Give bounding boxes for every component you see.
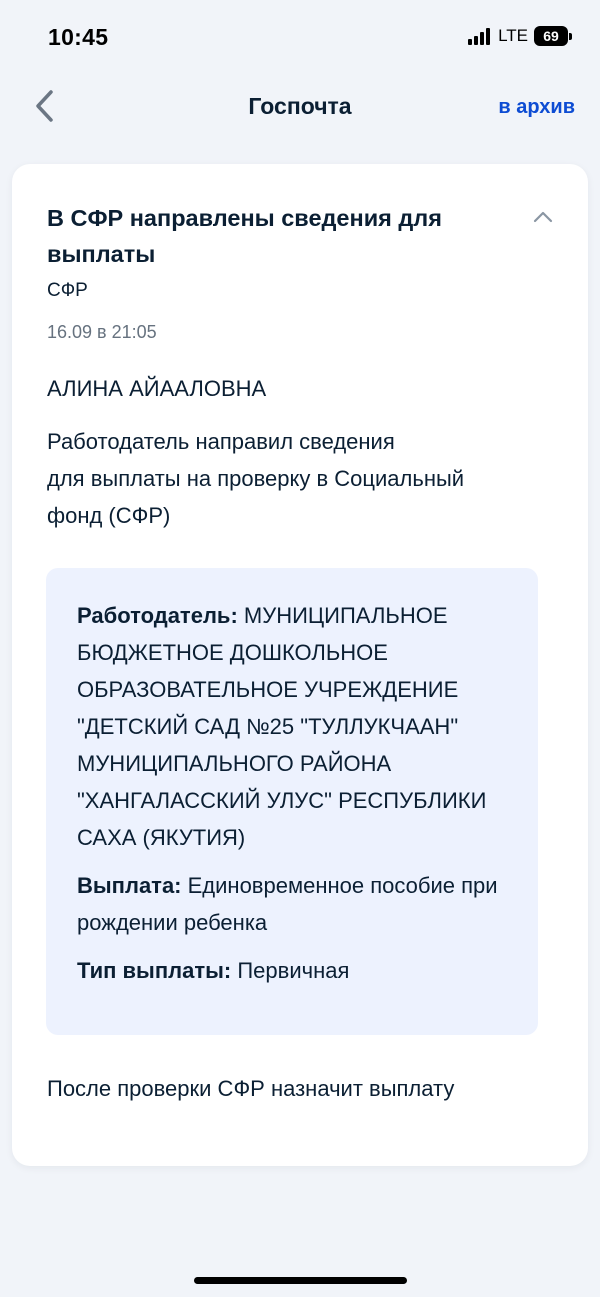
message-body-line: Работодатель направил сведения [47, 429, 395, 454]
status-bar: 10:45 LTE 69 [0, 0, 600, 78]
payment-type-value: Первичная [237, 958, 350, 983]
message-date: 16.09 в 21:05 [47, 322, 157, 342]
message-sender: СФР [47, 280, 88, 301]
payment-details-box: Работодатель: МУНИЦИПАЛЬНОЕ БЮДЖЕТНОЕ ДО… [46, 568, 538, 1035]
payment-row: Выплата: Единовременное пособие при рожд… [77, 867, 508, 941]
recipient-name: АЛИНА АЙААЛОВНА [47, 376, 267, 401]
home-indicator[interactable] [194, 1277, 407, 1284]
message-footer: После проверки СФР назначит выплату [47, 1076, 455, 1101]
employer-label: Работодатель: [77, 603, 244, 628]
battery-level: 69 [534, 26, 568, 46]
employer-row: Работодатель: МУНИЦИПАЛЬНОЕ БЮДЖЕТНОЕ ДО… [77, 597, 508, 856]
message-body-line: для выплаты на проверку в Социальный [47, 466, 465, 491]
status-time: 10:45 [48, 24, 109, 50]
payment-type-row: Тип выплаты: Первичная [77, 952, 508, 989]
network-type: LTE [498, 26, 528, 45]
collapse-button[interactable] [528, 202, 558, 232]
employer-value: МУНИЦИПАЛЬНОЕ БЮДЖЕТНОЕ ДОШКОЛЬНОЕ ОБРАЗ… [77, 603, 487, 850]
message-title: В СФР направлены сведения для выплаты [47, 205, 442, 267]
cellular-signal-icon [468, 27, 491, 45]
navigation-bar: Госпочта в архив [0, 78, 600, 136]
message-body: Работодатель направил сведения для выпла… [47, 423, 547, 534]
chevron-up-icon [533, 211, 553, 223]
archive-button[interactable]: в архив [498, 96, 575, 119]
payment-type-label: Тип выплаты: [77, 958, 238, 983]
battery-icon: 69 [534, 26, 572, 46]
payment-label: Выплата: [77, 873, 188, 898]
status-indicators: LTE 69 [468, 26, 572, 46]
message-card: В СФР направлены сведения для выплаты СФ… [12, 164, 588, 1166]
message-body-line: фонд (СФР) [47, 503, 171, 528]
